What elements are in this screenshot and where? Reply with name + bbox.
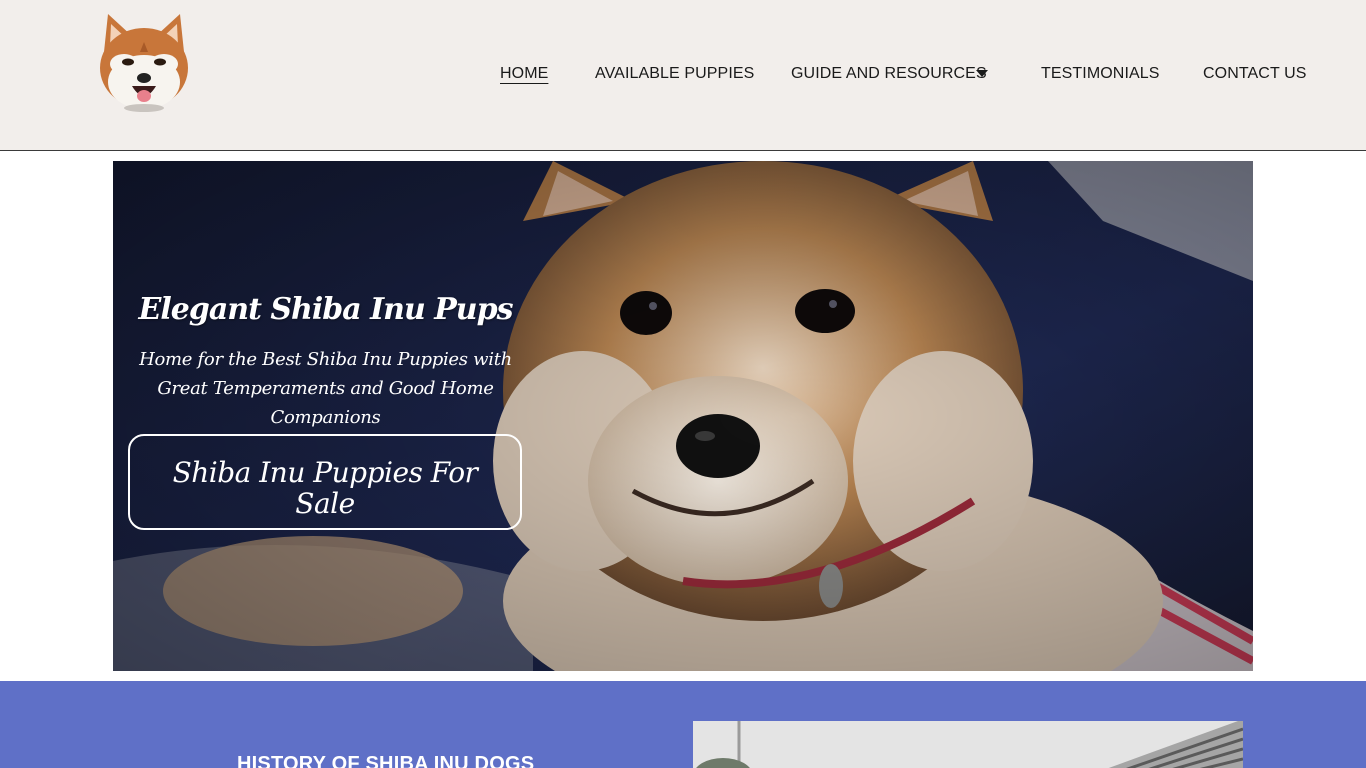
puppies-for-sale-button[interactable]: Shiba Inu Puppies For Sale <box>128 434 522 530</box>
history-photo <box>693 721 1243 768</box>
hero-subtitle: Home for the Best Shiba Inu Puppies with… <box>139 349 512 428</box>
hero-banner: Elegant Shiba Inu Pups Home for the Best… <box>113 161 1253 671</box>
nav-guide-and-resources[interactable]: GUIDE AND RESOURCES <box>791 62 987 86</box>
history-section: HISTORY OF SHIBA INU DOGS <box>0 681 1366 768</box>
main-nav: HOME AVAILABLE PUPPIES GUIDE AND RESOURC… <box>0 62 1366 88</box>
site-header: HOME AVAILABLE PUPPIES GUIDE AND RESOURC… <box>0 0 1366 151</box>
section-title: HISTORY OF SHIBA INU DOGS <box>237 753 535 768</box>
history-image <box>693 721 1243 768</box>
caret-down-icon[interactable] <box>976 70 988 77</box>
nav-contact-us[interactable]: CONTACT US <box>1203 62 1307 86</box>
nav-testimonials[interactable]: TESTIMONIALS <box>1041 62 1160 86</box>
nav-available-puppies[interactable]: AVAILABLE PUPPIES <box>595 62 754 86</box>
nav-home[interactable]: HOME <box>500 62 548 86</box>
hero-title: Elegant Shiba Inu Pups <box>138 292 514 327</box>
